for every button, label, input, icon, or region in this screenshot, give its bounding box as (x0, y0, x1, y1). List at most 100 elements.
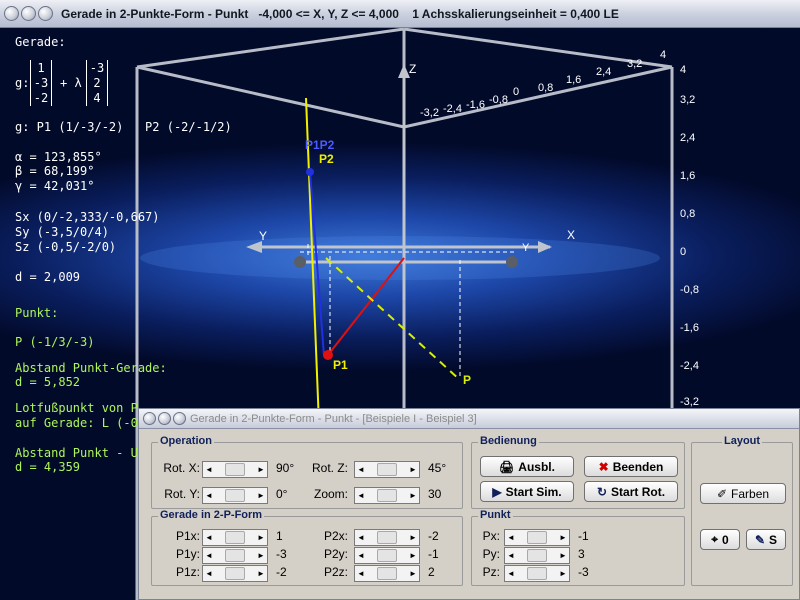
vector-direction-z: 4 (93, 91, 101, 105)
right-tick: 4 (680, 64, 687, 76)
rot-z-label: Rot. Z: (311, 461, 348, 475)
dialog-maximize-button[interactable] (173, 412, 186, 425)
p2z-slider[interactable]: ◄ ► (354, 565, 420, 582)
punkt-group-title: Punkt (478, 509, 513, 521)
p1x-value: 1 (276, 529, 283, 543)
px-label: Px: (482, 529, 500, 543)
vector-direction-y: 2 (93, 76, 101, 90)
abstand-punkt-gerade-value: d = 5,852 (15, 375, 81, 389)
maximize-button[interactable] (38, 6, 53, 21)
x-axis-label: X (567, 228, 576, 242)
trace-sz: Sz (-0,5/-2/0) (15, 240, 117, 254)
start-sim-button[interactable]: ▶ Start Sim. (480, 481, 574, 502)
layout-group: Layout ✐ Farben ⌖ 0 ✎ S (691, 435, 793, 586)
vector-direction: -3 2 4 (86, 60, 108, 106)
bedienung-group-title: Bedienung (478, 435, 539, 447)
alpha-angle: α = 123,855° (15, 150, 102, 164)
p1x-label: P1x: (175, 529, 200, 543)
control-dialog: Gerade in 2-Punkte-Form - Punkt - [Beisp… (138, 408, 800, 600)
right-tick: -1,6 (680, 322, 699, 334)
gerade-group: Gerade in 2-P-Form P1x: ◄ ► 1 P1y: ◄ ► -3 … (151, 509, 463, 586)
dialog-title-bar[interactable]: Gerade in 2-Punkte-Form - Punkt - [Beisp… (139, 409, 799, 429)
beenden-button[interactable]: ✖ Beenden (584, 456, 678, 477)
top-tick: 0 (513, 86, 520, 98)
p1z-slider[interactable]: ◄ ► (202, 565, 268, 582)
p2x-value: -2 (428, 529, 439, 543)
p2x-slider[interactable]: ◄ ► (354, 529, 420, 546)
farben-button[interactable]: ✐ Farben (700, 483, 786, 504)
p2-label: P2 (319, 152, 334, 166)
px-slider[interactable]: ◄ ► (504, 529, 570, 546)
dialog-minimize-button[interactable] (158, 412, 171, 425)
pz-label: Pz: (482, 565, 500, 579)
zoom-value: 30 (428, 487, 442, 501)
zoom-slider[interactable]: ◄ ► (354, 487, 420, 504)
box-edge-top-left (136, 28, 405, 69)
p1z-label: P1z: (175, 565, 200, 579)
main-title-bar: Gerade in 2-Punkte-Form - Punkt -4,000 <… (0, 0, 800, 28)
vector-position: 1 -3 -2 (30, 60, 52, 106)
trace-sx: Sx (0/-2,333/-0,667) (15, 210, 160, 224)
dialog-menu-button[interactable] (143, 412, 156, 425)
start-rot-button[interactable]: ↻ Start Rot. (584, 481, 678, 502)
pz-slider[interactable]: ◄ ► (504, 565, 570, 582)
top-tick: 4 (660, 49, 667, 61)
ausbl-button-label: Ausbl. (518, 459, 555, 474)
origin-button[interactable]: ⌖ 0 (700, 529, 740, 550)
axis-end-right (506, 256, 518, 268)
z-axis-label: Z (409, 62, 417, 76)
py-label: Py: (482, 547, 500, 561)
lotfusspunkt-2: auf Gerade: L (-0, (15, 416, 146, 430)
rot-x-slider[interactable]: ◄ ► (202, 461, 268, 478)
px-value: -1 (578, 529, 589, 543)
right-tick: 0 (680, 246, 687, 258)
right-tick: 3,2 (680, 94, 696, 106)
top-tick: 2,4 (596, 66, 612, 78)
s-button[interactable]: ✎ S (746, 529, 786, 550)
beta-angle: β = 68,199° (15, 164, 95, 178)
vector-position-x: 1 (37, 61, 45, 75)
p1y-slider[interactable]: ◄ ► (202, 547, 268, 564)
box-edge-top-front-left (136, 65, 405, 129)
window-menu-button[interactable] (4, 6, 19, 21)
pencil-icon: ✎ (754, 532, 766, 547)
p1x-slider[interactable]: ◄ ► (202, 529, 268, 546)
rot-y-slider[interactable]: ◄ ► (202, 487, 268, 504)
p2y-slider[interactable]: ◄ ► (354, 547, 420, 564)
point-p2-marker (306, 168, 314, 176)
right-tick: 2,4 (680, 132, 696, 144)
play-icon: ▶ (492, 484, 502, 499)
top-tick: 3,2 (627, 58, 643, 70)
y-axis-label: Y (259, 229, 268, 243)
origin-button-label: 0 (722, 532, 729, 547)
ausbl-button[interactable]: 🖨 Ausbl. (480, 456, 574, 477)
p-label: P (463, 373, 472, 387)
gerade-heading: Gerade: (15, 35, 66, 49)
rot-z-slider[interactable]: ◄ ► (354, 461, 420, 478)
window-title: Gerade in 2-Punkte-Form - Punkt -4,000 <… (61, 6, 619, 21)
farben-button-label: Farben (731, 486, 770, 501)
right-tick: -0,8 (680, 284, 699, 296)
vector-direction-x: -3 (89, 61, 105, 75)
rot-x-value: 90° (276, 461, 295, 475)
pz-value: -3 (578, 565, 589, 579)
close-icon: ✖ (598, 459, 609, 474)
g-points: g: P1 (1/-3/-2) P2 (-2/-1/2) (15, 120, 232, 134)
lotfusspunkt-1: Lotfußpunkt von P (15, 401, 138, 415)
rotate-icon: ↻ (596, 484, 608, 499)
right-tick: 0,8 (680, 208, 696, 220)
zoom-label: Zoom: (313, 487, 348, 501)
top-tick: -0,8 (489, 94, 508, 106)
layout-group-title: Layout (722, 435, 763, 447)
right-tick: -2,4 (680, 360, 699, 372)
py-slider[interactable]: ◄ ► (504, 547, 570, 564)
top-tick: -1,6 (466, 99, 485, 111)
s-button-label: S (769, 532, 778, 547)
distance-d: d = 2,009 (15, 270, 81, 284)
window-controls (4, 6, 53, 21)
minimize-button[interactable] (21, 6, 36, 21)
plus-lambda: + λ (60, 76, 82, 90)
start-rot-button-label: Start Rot. (611, 484, 666, 499)
punkt-heading: Punkt: (15, 306, 59, 320)
trace-sy: Sy (-3,5/0/4) (15, 225, 109, 239)
